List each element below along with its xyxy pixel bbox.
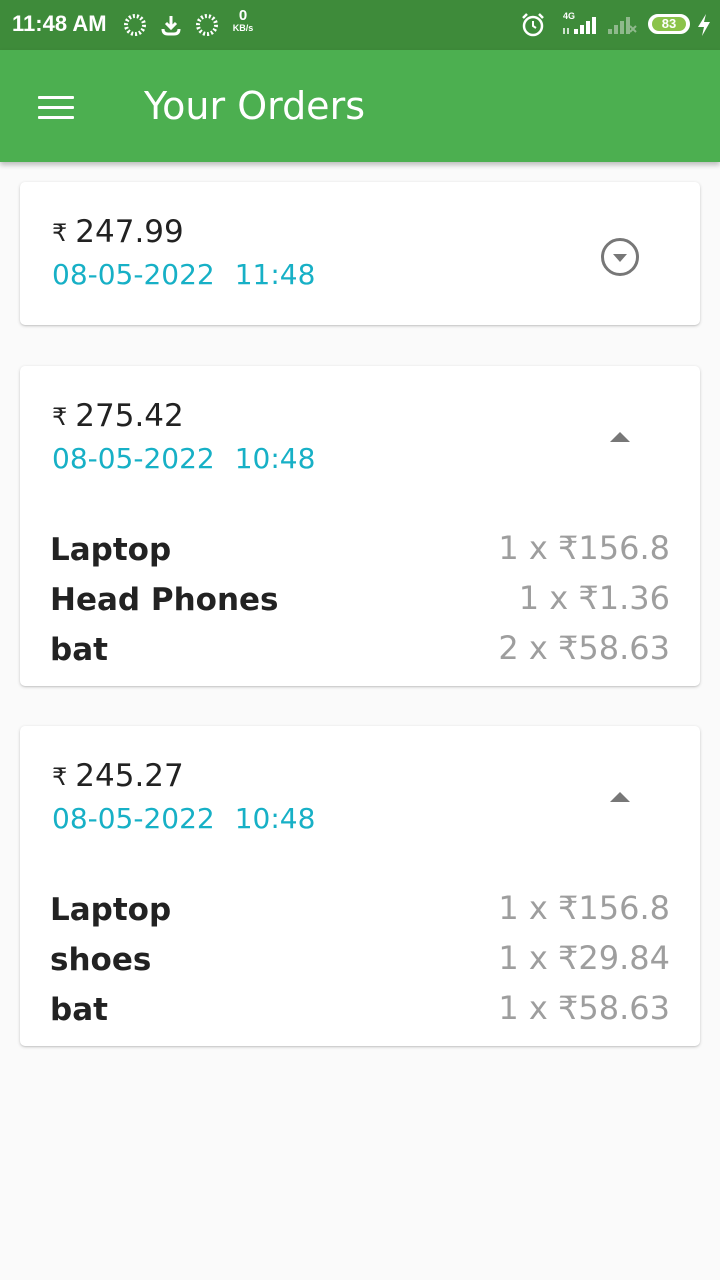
order-date: 08-05-2022 bbox=[52, 802, 215, 835]
currency-symbol: ₹ bbox=[52, 403, 68, 431]
sync-spinner-icon bbox=[196, 14, 218, 36]
currency-symbol: ₹ bbox=[52, 219, 68, 247]
collapse-icon[interactable] bbox=[608, 430, 632, 444]
app-bar: Your Orders bbox=[0, 50, 720, 162]
order-total-value: 247.99 bbox=[75, 214, 184, 250]
page-title: Your Orders bbox=[144, 84, 365, 128]
order-item: Laptop 1 x ₹156.8 bbox=[50, 529, 670, 582]
order-total-value: 245.27 bbox=[75, 758, 184, 794]
battery-icon: 83 bbox=[648, 14, 690, 34]
status-time: 11:48 AM bbox=[12, 11, 107, 36]
order-time: 10:48 bbox=[234, 802, 316, 835]
status-bar: 11:48 AM 0 KB/s 4G 83 bbox=[0, 0, 720, 50]
menu-icon-bar bbox=[38, 116, 74, 119]
battery-level: 83 bbox=[652, 17, 686, 31]
order-time: 11:48 bbox=[234, 258, 316, 291]
charging-icon bbox=[698, 14, 710, 36]
order-item: bat 2 x ₹58.63 bbox=[50, 629, 670, 682]
menu-button[interactable] bbox=[38, 96, 74, 120]
item-qty-price: 1 x ₹29.84 bbox=[498, 939, 670, 977]
order-date: 08-05-2022 bbox=[52, 258, 215, 291]
order-items-list: Laptop 1 x ₹156.8 shoes 1 x ₹29.84 bat 1… bbox=[50, 889, 670, 1042]
item-qty-price: 1 x ₹156.8 bbox=[498, 889, 670, 927]
order-item: Laptop 1 x ₹156.8 bbox=[50, 889, 670, 942]
order-item: Head Phones 1 x ₹1.36 bbox=[50, 579, 670, 632]
signal-icon bbox=[563, 17, 596, 34]
item-name: bat bbox=[50, 992, 108, 1028]
item-name: Head Phones bbox=[50, 582, 279, 618]
item-qty-price: 2 x ₹58.63 bbox=[498, 629, 670, 667]
item-name: shoes bbox=[50, 942, 152, 978]
sync-spinner-icon bbox=[124, 14, 146, 36]
order-datetime: 08-05-2022 10:48 bbox=[52, 442, 315, 475]
collapse-icon[interactable] bbox=[608, 790, 632, 804]
download-icon bbox=[161, 16, 181, 36]
menu-icon bbox=[38, 96, 74, 99]
currency-symbol: ₹ bbox=[52, 763, 68, 791]
item-qty-price: 1 x ₹58.63 bbox=[498, 989, 670, 1027]
order-item: shoes 1 x ₹29.84 bbox=[50, 939, 670, 992]
order-time: 10:48 bbox=[234, 442, 316, 475]
expand-icon[interactable] bbox=[600, 237, 640, 277]
order-total: ₹245.27 bbox=[52, 758, 184, 794]
menu-icon-bar bbox=[38, 106, 74, 109]
order-total-value: 275.42 bbox=[75, 398, 184, 434]
net-speed-value: 0 bbox=[238, 7, 248, 24]
order-item: bat 1 x ₹58.63 bbox=[50, 989, 670, 1042]
order-date: 08-05-2022 bbox=[52, 442, 215, 475]
order-card[interactable]: ₹245.27 08-05-2022 10:48 Laptop 1 x ₹156.… bbox=[20, 726, 700, 1046]
net-speed: 0 KB/s bbox=[228, 8, 258, 33]
order-card[interactable]: ₹275.42 08-05-2022 10:48 Laptop 1 x ₹156.… bbox=[20, 366, 700, 686]
item-qty-price: 1 x ₹156.8 bbox=[498, 529, 670, 567]
item-name: bat bbox=[50, 632, 108, 668]
order-items-list: Laptop 1 x ₹156.8 Head Phones 1 x ₹1.36 … bbox=[50, 529, 670, 682]
net-speed-unit: KB/s bbox=[232, 23, 254, 33]
order-datetime: 08-05-2022 10:48 bbox=[52, 802, 315, 835]
signal-weak-icon bbox=[608, 17, 637, 34]
order-total: ₹247.99 bbox=[52, 214, 184, 250]
item-qty-price: 1 x ₹1.36 bbox=[518, 579, 670, 617]
order-card[interactable]: ₹247.99 08-05-2022 11:48 bbox=[20, 182, 700, 325]
order-datetime: 08-05-2022 11:48 bbox=[52, 258, 315, 291]
item-name: Laptop bbox=[50, 532, 172, 568]
alarm-icon bbox=[522, 13, 544, 37]
item-name: Laptop bbox=[50, 892, 172, 928]
order-total: ₹275.42 bbox=[52, 398, 184, 434]
